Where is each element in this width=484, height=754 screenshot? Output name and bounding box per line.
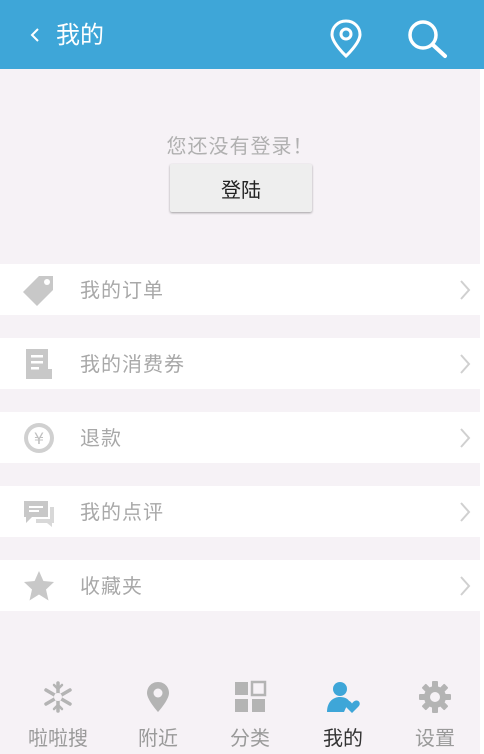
location-pin-icon: [147, 682, 169, 712]
chevron-right-icon: [460, 428, 471, 448]
tab-label: 分类: [230, 726, 270, 750]
grid-icon: [235, 680, 267, 712]
star-icon: [24, 571, 54, 601]
chevron-right-icon: [460, 502, 471, 522]
tab-mine[interactable]: 我的: [295, 672, 391, 754]
gear-icon: [419, 681, 451, 713]
chevron-right-icon: [460, 354, 471, 374]
menu-item-label: 我的订单: [80, 278, 164, 302]
comment-icon: [24, 501, 54, 527]
tab-label: 我的: [323, 726, 363, 750]
menu-item-label: 我的点评: [80, 500, 164, 524]
tab-nearby[interactable]: 附近: [110, 672, 206, 754]
menu-item-refund[interactable]: ¥ 退款: [0, 412, 480, 463]
bottom-tab-bar: 啦啦搜 附近 分类 我的 设置: [0, 672, 484, 754]
menu-item-orders[interactable]: 我的订单: [0, 264, 480, 315]
chevron-left-icon[interactable]: [28, 25, 42, 45]
top-app-bar: 我的: [0, 0, 484, 69]
yen-coin-icon: ¥: [24, 423, 54, 453]
tab-label: 啦啦搜: [28, 726, 88, 750]
menu-item-coupons[interactable]: 我的消费券: [0, 338, 480, 389]
search-icon[interactable]: [404, 18, 450, 60]
login-prompt: 您还没有登录！: [166, 134, 314, 158]
screen-edge: [480, 69, 484, 754]
chevron-right-icon: [460, 280, 471, 300]
tab-settings[interactable]: 设置: [387, 672, 483, 754]
page-title: 我的: [56, 21, 104, 49]
tag-icon: [23, 276, 53, 306]
tab-label: 设置: [415, 726, 455, 750]
svg-text:¥: ¥: [34, 429, 44, 448]
menu-item-label: 退款: [80, 426, 122, 450]
tab-label: 附近: [138, 726, 178, 750]
location-pin-icon[interactable]: [328, 18, 364, 60]
chevron-right-icon: [460, 576, 471, 596]
menu-item-favorites[interactable]: 收藏夹: [0, 560, 480, 611]
user-heart-icon: [327, 682, 360, 713]
tab-lalasou[interactable]: 啦啦搜: [10, 672, 106, 754]
tab-categories[interactable]: 分类: [202, 672, 298, 754]
snowflake-icon: [44, 681, 72, 713]
login-button[interactable]: 登陆: [170, 164, 312, 212]
menu-item-label: 收藏夹: [80, 574, 143, 598]
coupon-icon: [26, 349, 52, 379]
menu-item-reviews[interactable]: 我的点评: [0, 486, 480, 537]
menu-item-label: 我的消费券: [80, 352, 185, 376]
